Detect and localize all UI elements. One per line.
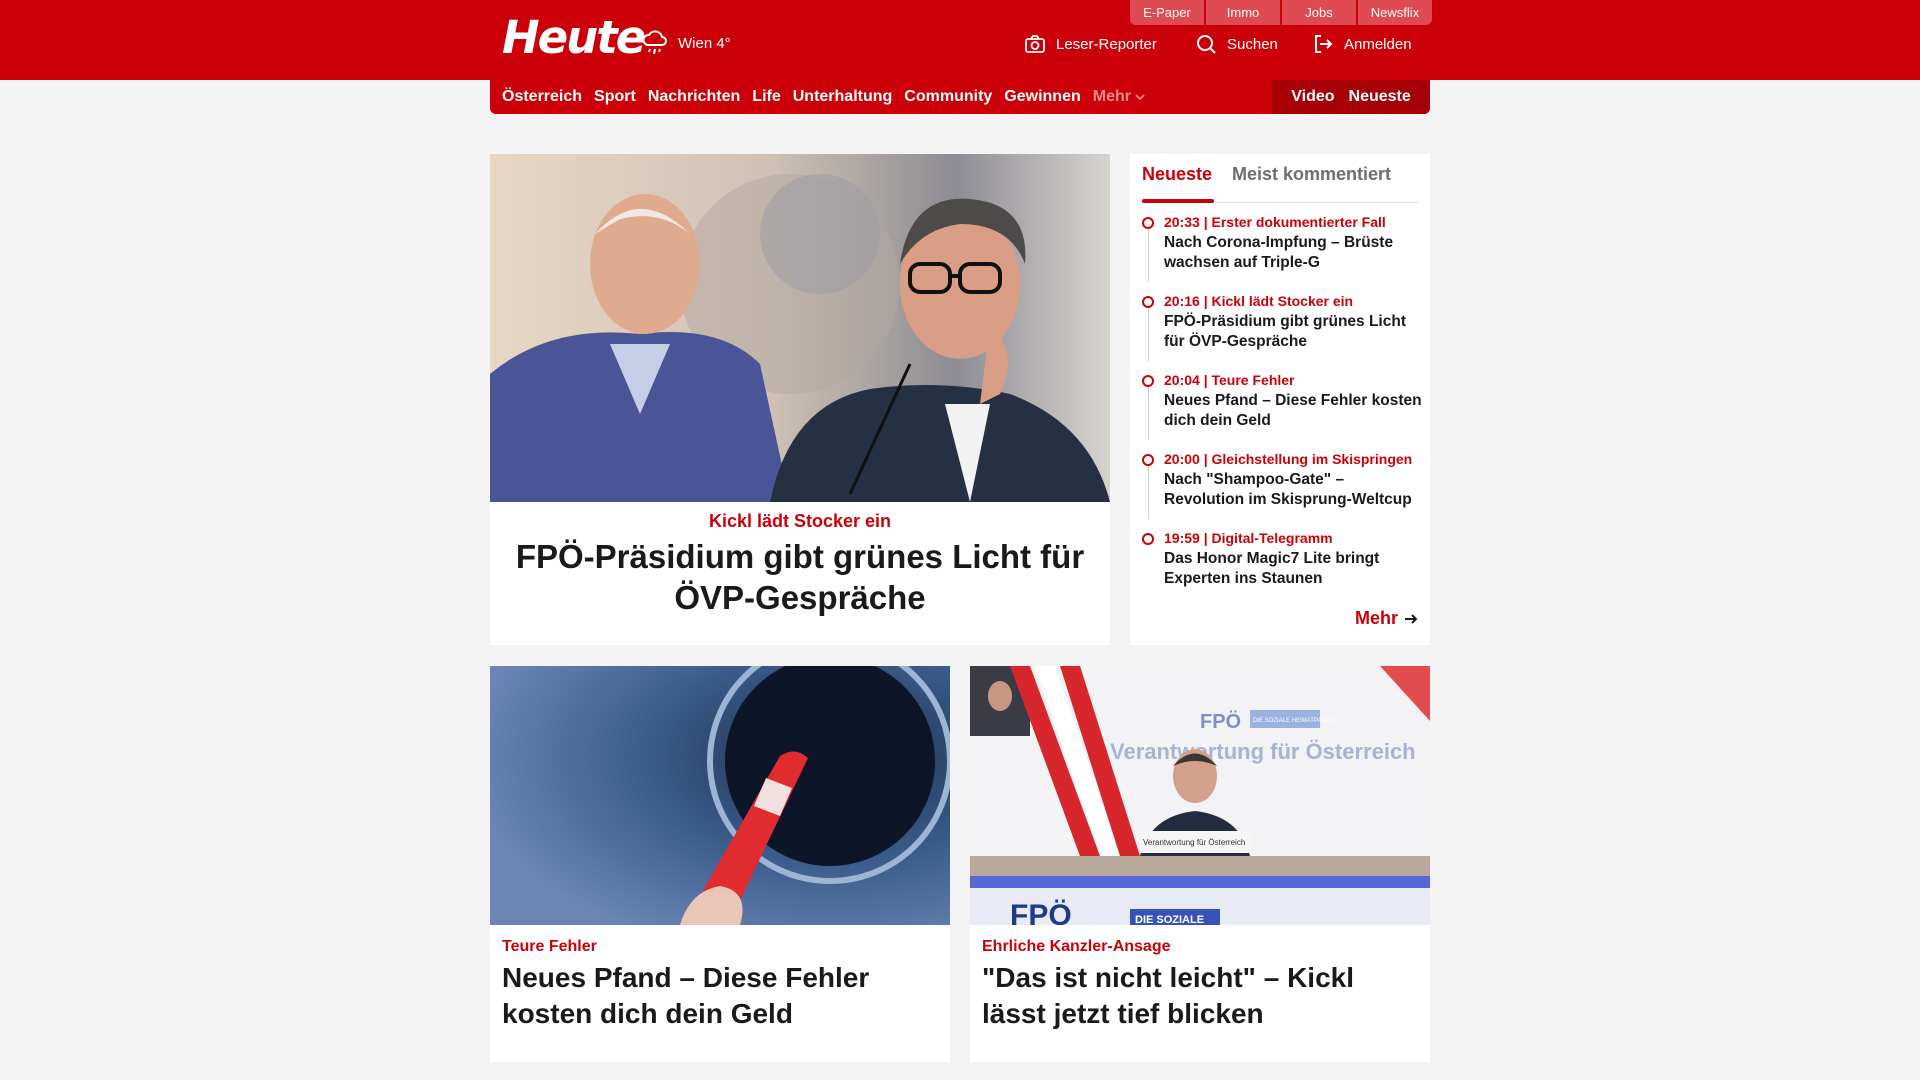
rain-cloud-icon (642, 30, 667, 55)
top-link-jobs[interactable]: Jobs (1282, 0, 1356, 25)
feed-meta: 19:59 | Digital-Telegramm (1164, 530, 1333, 546)
sidebar-more-label: Mehr (1354, 608, 1398, 628)
article-kicker: Ehrliche Kanzler-Ansage (982, 938, 1171, 955)
tab-meist-kommentiert[interactable]: Meist kommentiert (1232, 164, 1391, 185)
article-card[interactable]: FPÖ DIE SOZIALE HEIMATPARTEI Verantwortu… (970, 666, 1430, 1062)
article-card[interactable]: Teure Fehler Neues Pfand – Diese Fehler … (490, 666, 950, 1062)
top-links: E-Paper Immo Jobs Newsflix (1130, 0, 1432, 25)
feed-meta: 20:16 | Kickl lädt Stocker ein (1164, 293, 1354, 309)
hero-article[interactable]: Kickl lädt Stocker ein FPÖ-Präsidium gib… (490, 154, 1110, 645)
timeline-dot-icon (1142, 533, 1154, 545)
main-nav: Österreich Sport Nachrichten Life Unterh… (490, 80, 1430, 114)
article-kicker: Teure Fehler (502, 938, 597, 955)
feed-title[interactable]: Neues Pfand – Diese Fehler kosten dich d… (1164, 391, 1426, 431)
article-title[interactable]: Neues Pfand – Diese Fehler kosten dich d… (502, 960, 942, 1032)
image-front-logo: FPÖ (1010, 899, 1072, 925)
timeline-line (1148, 382, 1149, 440)
image-logo-tag: DIE SOZIALE HEIMATPARTEI (1253, 718, 1335, 724)
search-icon (1197, 35, 1216, 54)
nav-item-gewinnen[interactable]: Gewinnen (1004, 88, 1080, 106)
login-button[interactable]: Anmelden (1312, 33, 1412, 55)
image-banner-text: Verantwortung für Österreich (1110, 739, 1416, 764)
nav-right-group: Video Neueste (1272, 80, 1430, 114)
nav-more-dropdown[interactable]: Mehr (1093, 88, 1145, 106)
article-title[interactable]: "Das ist nicht leicht" – Kickl lässt jet… (982, 960, 1422, 1032)
nav-item-nachrichten[interactable]: Nachrichten (648, 88, 740, 106)
top-link-epaper[interactable]: E-Paper (1130, 0, 1204, 25)
timeline-dot-icon (1142, 375, 1154, 387)
timeline-line (1148, 303, 1149, 361)
feed-meta: 20:33 | Erster dokumentierter Fall (1164, 214, 1386, 230)
article-image[interactable]: FPÖ DIE SOZIALE HEIMATPARTEI Verantwortu… (970, 666, 1430, 925)
image-front-tag: DIE SOZIALE (1135, 914, 1204, 925)
camera-icon (1025, 35, 1045, 53)
nav-more-label: Mehr (1092, 88, 1131, 105)
login-label: Anmelden (1344, 35, 1412, 53)
nav-item-unterhaltung[interactable]: Unterhaltung (793, 88, 893, 106)
nav-item-oesterreich[interactable]: Österreich (502, 88, 582, 106)
nav-item-sport[interactable]: Sport (594, 88, 636, 106)
search-label: Suchen (1227, 35, 1278, 53)
hero-title[interactable]: FPÖ-Präsidium gibt grünes Licht für ÖVP-… (510, 536, 1090, 618)
login-icon (1315, 35, 1333, 53)
image-podium-text: Verantwortung für Österreich (1143, 838, 1245, 847)
feed-title[interactable]: FPÖ-Präsidium gibt grünes Licht für ÖVP-… (1164, 312, 1426, 352)
search-button[interactable]: Suchen (1195, 33, 1278, 55)
chevron-down-icon (1135, 94, 1145, 101)
sidebar-tabs: Neueste Meist kommentiert (1142, 164, 1418, 203)
site-header (0, 0, 1920, 80)
timeline-dot-icon (1142, 296, 1154, 308)
news-sidebar: Neueste Meist kommentiert 20:33 | Erster… (1130, 154, 1430, 645)
tab-neueste[interactable]: Neueste (1142, 164, 1215, 203)
arrow-right-icon (1405, 613, 1418, 624)
nav-item-community[interactable]: Community (904, 88, 992, 106)
feed-meta: 20:04 | Teure Fehler (1164, 372, 1295, 388)
feed-title[interactable]: Nach "Shampoo-Gate" – Revolution im Skis… (1164, 470, 1426, 510)
image-logo-text: FPÖ (1200, 710, 1241, 733)
feed-meta: 20:00 | Gleichstellung im Skispringen (1164, 451, 1413, 467)
leser-reporter-label: Leser-Reporter (1056, 35, 1157, 53)
timeline-dot-icon (1142, 217, 1154, 229)
feed-title[interactable]: Das Honor Magic7 Lite bringt Experten in… (1164, 549, 1426, 589)
sidebar-more-link[interactable]: Mehr (1355, 608, 1418, 629)
timeline-line (1148, 461, 1149, 519)
article-image[interactable] (490, 666, 950, 925)
weather-text: Wien 4° (678, 34, 731, 52)
feed-title[interactable]: Nach Corona-Impfung – Brüste wachsen auf… (1164, 233, 1426, 273)
leser-reporter-button[interactable]: Leser-Reporter (1024, 33, 1157, 55)
hero-image[interactable] (490, 154, 1110, 502)
top-link-immo[interactable]: Immo (1206, 0, 1280, 25)
nav-video[interactable]: Video (1291, 88, 1334, 106)
nav-neueste[interactable]: Neueste (1349, 88, 1411, 106)
timeline-dot-icon (1142, 454, 1154, 466)
nav-item-life[interactable]: Life (752, 88, 780, 106)
site-logo[interactable]: Heute (502, 12, 646, 64)
hero-kicker: Kickl lädt Stocker ein (708, 511, 892, 531)
weather-widget[interactable]: Wien 4° (640, 28, 731, 58)
timeline-line (1148, 224, 1149, 282)
top-link-newsflix[interactable]: Newsflix (1358, 0, 1432, 25)
